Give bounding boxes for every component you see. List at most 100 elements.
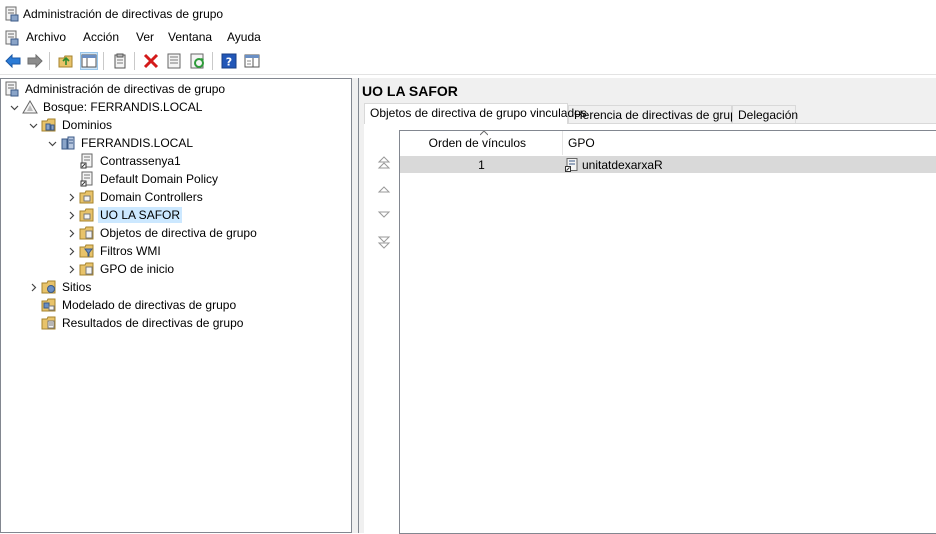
title-bar: Administración de directivas de grupo (0, 0, 936, 28)
domains-icon (41, 117, 57, 133)
back-arrow-icon[interactable] (4, 52, 22, 70)
chevron-down-icon[interactable] (25, 117, 41, 133)
toolbar: ? (0, 49, 936, 75)
tree-results[interactable]: Resultados de directivas de grupo (25, 314, 245, 332)
tree-item-label: Domain Controllers (100, 190, 203, 204)
tree-ou-uo-la-safor[interactable]: UO LA SAFOR (63, 206, 183, 224)
tree-sites[interactable]: Sitios (25, 278, 93, 296)
tree-forest-label: Bosque: FERRANDIS.LOCAL (43, 100, 203, 114)
toolbar-separator (134, 52, 135, 70)
menu-ayuda[interactable]: Ayuda (224, 30, 264, 44)
menu-bar: Archivo Acción Ver Ventana Ayuda (0, 28, 936, 48)
column-header-label: GPO (568, 136, 595, 150)
menu-ver[interactable]: Ver (133, 30, 157, 44)
up-folder-icon[interactable] (57, 52, 75, 70)
tree-root-label: Administración de directivas de grupo (25, 82, 226, 96)
toolbar-separator (103, 52, 104, 70)
tree-gpo-container[interactable]: Objetos de directiva de grupo (63, 224, 259, 242)
tab-linked-gpos[interactable]: Objetos de directiva de grupo vinculados (364, 103, 587, 124)
svg-text:?: ? (226, 56, 232, 69)
wmi-filter-icon (79, 243, 95, 259)
tree-starter-gpos[interactable]: GPO de inicio (63, 260, 176, 278)
console-view-icon[interactable] (243, 52, 261, 70)
help-icon[interactable]: ? (220, 52, 238, 70)
console-tree: Administración de directivas de grupo Bo… (0, 78, 352, 533)
tree-item-label: GPO de inicio (100, 262, 175, 276)
modeling-icon (41, 297, 57, 313)
tree-item-label: UO LA SAFOR (98, 207, 183, 223)
page-title: UO LA SAFOR (362, 83, 458, 99)
chevron-right-icon[interactable] (25, 279, 41, 295)
properties-icon[interactable] (165, 52, 183, 70)
menu-ventana[interactable]: Ventana (165, 30, 215, 44)
chevron-right-icon[interactable] (63, 261, 79, 277)
tree-domain-label: FERRANDIS.LOCAL (81, 136, 194, 150)
refresh-icon[interactable] (189, 52, 207, 70)
menu-accion[interactable]: Acción (80, 30, 122, 44)
window-title: Administración de directivas de grupo (23, 7, 224, 21)
sort-ascending-icon (479, 131, 489, 138)
tab-inheritance[interactable]: Herencia de directivas de grupo (568, 105, 743, 123)
gpo-name: unitatdexarxaR (582, 157, 663, 172)
tree-ou-domain-controllers[interactable]: Domain Controllers (63, 188, 205, 206)
tree-root[interactable]: Administración de directivas de grupo (4, 80, 227, 98)
forest-icon (22, 99, 38, 115)
tree-item-label: Contrassenya1 (100, 154, 181, 168)
results-icon (41, 315, 57, 331)
chevron-right-icon[interactable] (63, 225, 79, 241)
cell-link-order: 1 (478, 158, 485, 172)
tree-wmi-filters[interactable]: Filtros WMI (63, 242, 163, 260)
menu-archivo[interactable]: Archivo (23, 30, 69, 44)
ou-folder-icon (79, 207, 95, 223)
tree-domains-label: Dominios (62, 118, 113, 132)
tab-panel-linked-gpos: Orden de vínculos GPO 1 unitatdexarxaR (364, 123, 936, 534)
tree-domains[interactable]: Dominios (25, 116, 114, 134)
move-down-icon[interactable] (374, 206, 394, 224)
tree-modeling[interactable]: Modelado de directivas de grupo (25, 296, 238, 314)
tree-item-label: Filtros WMI (100, 244, 161, 258)
move-to-bottom-icon[interactable] (374, 233, 394, 251)
gpo-link-icon (565, 157, 579, 172)
sites-icon (41, 279, 57, 295)
toolbar-separator (49, 52, 50, 70)
tree-sites-label: Sitios (62, 280, 92, 294)
list-header: Orden de vínculos GPO (400, 131, 936, 155)
show-hide-tree-icon[interactable] (80, 52, 98, 70)
linked-gpo-list: Orden de vínculos GPO 1 unitatdexarxaR (399, 130, 936, 534)
tree-item-label: Objetos de directiva de grupo (100, 226, 257, 240)
chevron-right-icon[interactable] (63, 243, 79, 259)
details-pane: UO LA SAFOR Objetos de directiva de grup… (358, 78, 936, 534)
table-row[interactable]: 1 unitatdexarxaR (400, 156, 936, 173)
gpo-link-icon (79, 171, 95, 187)
tree-domain[interactable]: FERRANDIS.LOCAL (44, 134, 195, 152)
tree-modeling-label: Modelado de directivas de grupo (62, 298, 237, 312)
starter-gpo-folder-icon (79, 261, 95, 277)
ou-folder-icon (79, 189, 95, 205)
gpo-folder-icon (79, 225, 95, 241)
tab-delegation[interactable]: Delegación (732, 105, 798, 123)
column-header-link-order[interactable]: Orden de vínculos (400, 131, 563, 155)
tree-forest[interactable]: Bosque: FERRANDIS.LOCAL (6, 98, 204, 116)
document-icon[interactable] (5, 30, 19, 49)
tree-gpo-link-contrassenya1[interactable]: Contrassenya1 (63, 152, 183, 170)
column-header-label: Orden de vínculos (428, 136, 526, 150)
gpo-link-icon (79, 153, 95, 169)
move-up-icon[interactable] (374, 180, 394, 198)
chevron-down-icon[interactable] (6, 99, 22, 115)
move-to-top-icon[interactable] (374, 154, 394, 172)
cell-gpo: unitatdexarxaR (565, 156, 663, 173)
gpmc-app-icon (5, 6, 19, 25)
chevron-right-icon[interactable] (63, 207, 79, 223)
tree-item-label: Default Domain Policy (100, 172, 219, 186)
gpmc-icon (4, 81, 20, 97)
tree-results-label: Resultados de directivas de grupo (62, 316, 244, 330)
delete-icon[interactable] (142, 52, 160, 70)
chevron-down-icon[interactable] (44, 135, 60, 151)
tree-gpo-link-default-domain-policy[interactable]: Default Domain Policy (63, 170, 220, 188)
domain-icon (60, 135, 76, 151)
forward-arrow-icon[interactable] (26, 52, 44, 70)
chevron-right-icon[interactable] (63, 189, 79, 205)
toolbar-separator (212, 52, 213, 70)
clipboard-icon[interactable] (111, 52, 129, 70)
column-header-gpo[interactable]: GPO (563, 131, 936, 155)
